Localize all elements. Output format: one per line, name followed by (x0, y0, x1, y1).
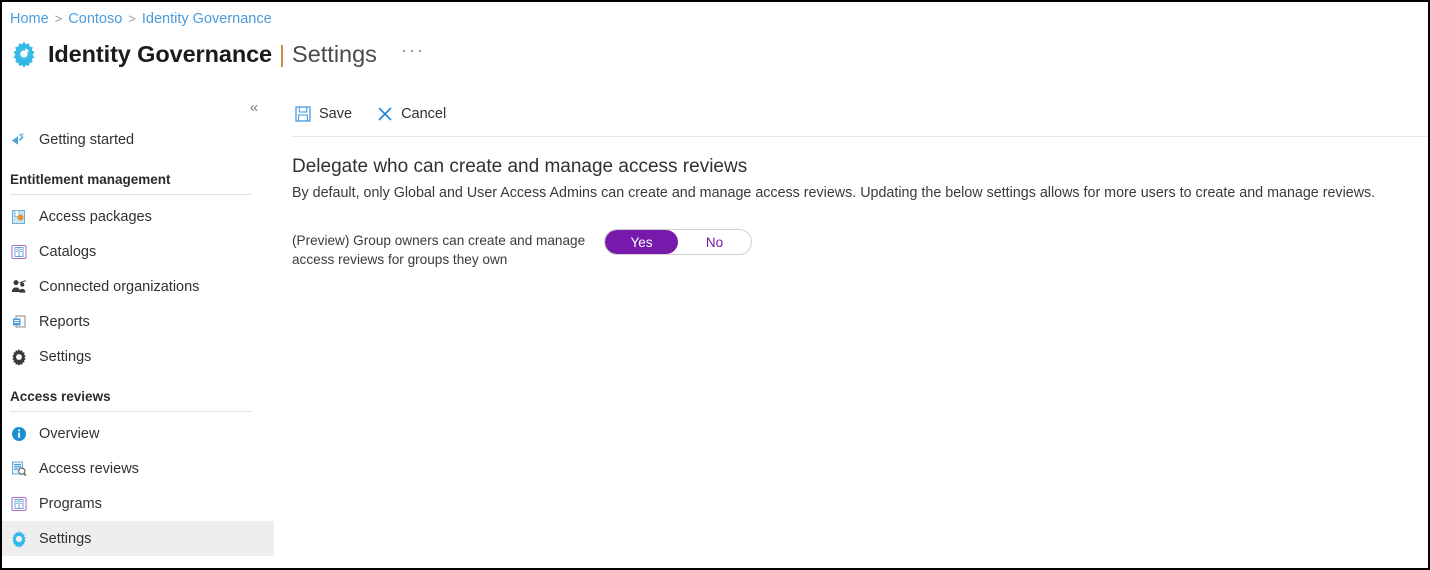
sidebar-item-settings-entitlement[interactable]: Settings (2, 339, 274, 374)
group-owners-toggle[interactable]: Yes No (604, 229, 752, 255)
azure-portal-window: Home > Contoso > Identity Governance Ide… (0, 0, 1430, 570)
breadcrumb-separator: > (128, 11, 136, 26)
breadcrumb-item-identity-governance[interactable]: Identity Governance (142, 10, 272, 28)
breadcrumb-item-contoso[interactable]: Contoso (68, 10, 122, 28)
settings-gear-cyan-icon (10, 530, 28, 548)
sidebar-item-overview[interactable]: Overview (2, 416, 274, 451)
sidebar-item-label: Reports (39, 313, 90, 330)
cancel-button-label: Cancel (401, 106, 447, 122)
toggle-option-yes[interactable]: Yes (605, 230, 678, 254)
toggle-option-no[interactable]: No (678, 230, 751, 254)
section-heading: Delegate who can create and manage acces… (292, 156, 748, 177)
cancel-x-icon (376, 106, 393, 123)
sidebar-item-label: Getting started (39, 131, 135, 148)
sidebar-nav-list: Getting started Entitlement management A… (2, 122, 274, 556)
access-reviews-search-doc-icon (10, 460, 28, 478)
sidebar-item-catalogs[interactable]: Catalogs (2, 234, 274, 269)
sidebar-section-title: Access reviews (10, 389, 111, 404)
more-menu-icon[interactable]: ··· (401, 41, 425, 63)
sidebar-section-title: Entitlement management (10, 172, 171, 187)
sidebar-item-settings-access-reviews[interactable]: Settings (2, 521, 274, 556)
save-button[interactable]: Save (292, 103, 354, 126)
sidebar-item-label: Connected organizations (39, 278, 200, 295)
programs-book-icon (10, 495, 28, 513)
sidebar-section-divider (10, 194, 252, 195)
sidebar-item-connected-organizations[interactable]: Connected organizations (2, 269, 274, 304)
sidebar-item-getting-started[interactable]: Getting started (2, 122, 274, 157)
sidebar: « Getting started Entitlement management (2, 92, 274, 568)
page-subtitle: Settings (292, 40, 377, 67)
sidebar-section-divider (10, 411, 252, 412)
page-title-row: Identity Governance | Settings ··· (10, 36, 425, 72)
sidebar-item-label: Programs (39, 495, 102, 512)
breadcrumb-separator: > (54, 11, 63, 26)
command-bar: Save Cancel (274, 92, 1428, 136)
setting-row-group-owners: (Preview) Group owners can create and ma… (292, 229, 1418, 269)
breadcrumb: Home > Contoso > Identity Governance (10, 10, 272, 28)
sidebar-item-programs[interactable]: Programs (2, 486, 274, 521)
title-divider: | (279, 40, 286, 67)
save-floppy-icon (294, 106, 311, 123)
sidebar-item-label: Overview (39, 425, 100, 442)
sidebar-item-access-packages[interactable]: Access packages (2, 199, 274, 234)
sidebar-section-entitlement-management: Entitlement management (2, 172, 274, 195)
overview-info-icon (10, 425, 28, 443)
content-pane: Save Cancel Delegate who can create and … (274, 92, 1428, 568)
identity-governance-gear-icon (13, 41, 35, 68)
sidebar-item-label: Settings (39, 348, 92, 365)
cancel-button[interactable]: Cancel (374, 103, 448, 126)
collapse-sidebar-chevron-icon[interactable]: « (243, 96, 265, 118)
sidebar-section-access-reviews: Access reviews (2, 389, 274, 412)
sidebar-item-label: Access reviews (39, 460, 139, 477)
sidebar-item-reports[interactable]: Reports (2, 304, 274, 339)
settings-gear-icon (10, 348, 28, 366)
reports-document-icon (10, 313, 28, 331)
breadcrumb-item-home[interactable]: Home (10, 10, 49, 28)
page-title: Identity Governance (48, 40, 273, 67)
connected-organizations-people-icon (10, 278, 28, 296)
catalogs-book-icon (10, 243, 28, 261)
sidebar-item-label: Access packages (39, 208, 152, 225)
setting-label: (Preview) Group owners can create and ma… (292, 233, 586, 267)
settings-panel: Delegate who can create and manage acces… (274, 137, 1428, 269)
save-button-label: Save (319, 106, 353, 122)
getting-started-icon (10, 131, 28, 149)
sidebar-item-label: Settings (39, 530, 92, 547)
sidebar-item-access-reviews[interactable]: Access reviews (2, 451, 274, 486)
access-packages-icon (10, 208, 28, 226)
section-description: By default, only Global and User Access … (292, 185, 1376, 201)
sidebar-item-label: Catalogs (39, 243, 97, 260)
